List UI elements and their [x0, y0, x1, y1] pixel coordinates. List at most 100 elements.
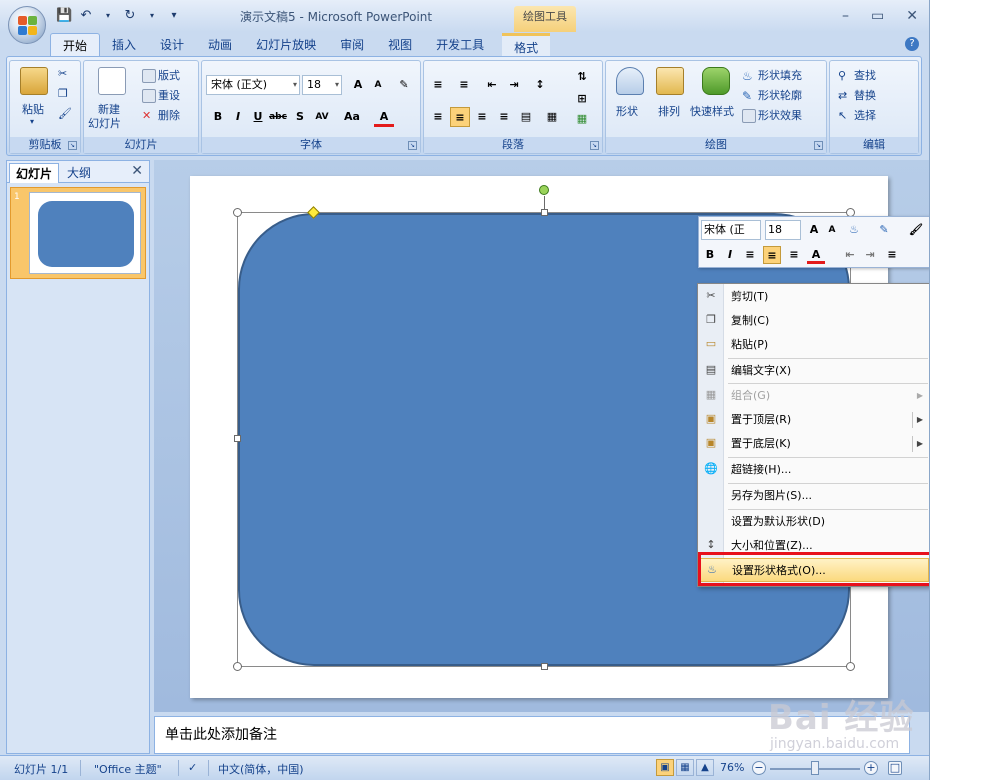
- slide-sorter-icon[interactable]: ▦: [676, 759, 694, 776]
- paste-button[interactable]: 粘贴: [22, 101, 44, 117]
- help-icon[interactable]: ?: [905, 37, 919, 51]
- menu-item-paste[interactable]: ▭ 粘贴(P): [698, 333, 929, 357]
- slide-thumbnail-item[interactable]: 1: [10, 187, 146, 279]
- underline-button[interactable]: U: [248, 107, 268, 127]
- tab-view[interactable]: 视图: [376, 33, 424, 57]
- rotation-handle[interactable]: [539, 185, 549, 195]
- menu-item-set-default-shape[interactable]: 设置为默认形状(D): [698, 510, 929, 534]
- resize-handle-left[interactable]: [234, 435, 241, 442]
- increase-indent-icon[interactable]: ⇥: [504, 75, 524, 95]
- menu-item-edit-text[interactable]: ▤ 编辑文字(X): [698, 359, 929, 383]
- paste-icon[interactable]: [20, 67, 48, 95]
- mini-align-left-icon[interactable]: ≡: [741, 246, 759, 264]
- smartart-icon[interactable]: ▦: [572, 109, 592, 129]
- tab-slides[interactable]: 幻灯片: [9, 163, 60, 183]
- align-text-icon[interactable]: ⊞: [572, 89, 592, 109]
- menu-item-copy[interactable]: ❐ 复制(C): [698, 309, 929, 333]
- menu-item-hyperlink[interactable]: 🌐 超链接(H)...: [698, 458, 929, 482]
- char-spacing-button[interactable]: AV: [312, 107, 332, 127]
- tab-outline[interactable]: 大纲: [61, 163, 97, 183]
- menu-item-send-to-back[interactable]: ▣ 置于底层(K) ▶: [698, 432, 929, 456]
- theme-name[interactable]: "Office 主题": [94, 761, 162, 777]
- zoom-level[interactable]: 76%: [720, 761, 744, 774]
- qat-dropdown-icon[interactable]: ▾: [100, 8, 116, 24]
- paste-dropdown-icon[interactable]: ▾: [30, 117, 34, 126]
- minimize-icon[interactable]: –: [842, 8, 849, 24]
- new-slide-button-2[interactable]: 幻灯片: [88, 115, 121, 131]
- mini-decrease-indent-icon[interactable]: ⇤: [841, 246, 859, 264]
- tab-developer[interactable]: 开发工具: [424, 33, 496, 57]
- new-slide-icon[interactable]: [98, 67, 126, 95]
- clear-format-icon[interactable]: ✎: [394, 75, 414, 95]
- arrange-icon[interactable]: [656, 67, 684, 95]
- normal-view-icon[interactable]: ▣: [656, 759, 674, 776]
- mini-bullets-icon[interactable]: ≡: [883, 246, 901, 264]
- submenu-arrow-icon[interactable]: ▶: [917, 408, 923, 432]
- tab-review[interactable]: 审阅: [328, 33, 376, 57]
- customize-icon[interactable]: ▾: [166, 8, 182, 24]
- resize-handle-bottom-right[interactable]: [846, 662, 855, 671]
- shape-fill-button[interactable]: ♨ 形状填充: [742, 67, 802, 83]
- close-icon[interactable]: ✕: [906, 8, 918, 24]
- mini-grow-font-icon[interactable]: A: [805, 221, 823, 239]
- font-color-button[interactable]: A: [374, 107, 394, 127]
- arrange-button[interactable]: 排列: [658, 103, 680, 119]
- shrink-font-button[interactable]: A: [368, 75, 388, 95]
- font-launcher-icon[interactable]: ↘: [408, 141, 417, 150]
- maximize-icon[interactable]: ▭: [871, 8, 884, 24]
- change-case-button[interactable]: Aa: [342, 107, 362, 127]
- slideshow-view-icon[interactable]: ▲: [696, 759, 714, 776]
- decrease-indent-icon[interactable]: ⇤: [482, 75, 502, 95]
- delete-button[interactable]: ✕ 删除: [142, 107, 180, 123]
- font-size-combo[interactable]: 18 ▾: [302, 75, 342, 95]
- grow-font-button[interactable]: A: [348, 75, 368, 95]
- align-left-icon[interactable]: ≡: [428, 107, 448, 127]
- mini-align-center-icon[interactable]: ≡: [763, 246, 781, 264]
- resize-handle-top[interactable]: [541, 209, 548, 216]
- align-right-icon[interactable]: ≡: [472, 107, 492, 127]
- resize-handle-top-left[interactable]: [233, 208, 242, 217]
- strikethrough-button[interactable]: abc: [268, 107, 288, 127]
- font-name-combo[interactable]: 宋体 (正文) ▾: [206, 75, 300, 95]
- mini-shrink-font-icon[interactable]: A: [823, 221, 841, 239]
- italic-button[interactable]: I: [228, 107, 248, 127]
- tab-home[interactable]: 开始: [50, 33, 101, 57]
- mini-italic-button[interactable]: I: [721, 246, 739, 264]
- mini-font-combo[interactable]: 宋体 (正文): [701, 220, 761, 240]
- language-indicator[interactable]: 中文(简体，中国): [218, 761, 304, 777]
- bold-button[interactable]: B: [208, 107, 228, 127]
- shadow-button[interactable]: S: [290, 107, 310, 127]
- select-button[interactable]: ↖ 选择: [838, 107, 876, 123]
- resize-handle-bottom[interactable]: [541, 663, 548, 670]
- zoom-slider-thumb[interactable]: [811, 761, 819, 775]
- reset-button[interactable]: 重设: [142, 87, 180, 103]
- tab-insert[interactable]: 插入: [100, 33, 148, 57]
- distributed-icon[interactable]: ▤: [516, 107, 536, 127]
- menu-item-cut[interactable]: ✂ 剪切(T): [698, 285, 929, 309]
- shapes-icon[interactable]: [616, 67, 644, 95]
- qat-dropdown-icon[interactable]: ▾: [144, 8, 160, 24]
- undo-icon[interactable]: ↶: [78, 8, 94, 24]
- paragraph-launcher-icon[interactable]: ↘: [590, 141, 599, 150]
- clipboard-launcher-icon[interactable]: ↘: [68, 141, 77, 150]
- mini-fill-icon[interactable]: ♨: [845, 221, 863, 239]
- shape-outline-button[interactable]: ✎ 形状轮廓: [742, 87, 802, 103]
- mini-align-right-icon[interactable]: ≡: [785, 246, 803, 264]
- submenu-arrow-icon[interactable]: ▶: [917, 432, 923, 456]
- zoom-out-icon[interactable]: −: [752, 761, 766, 775]
- resize-handle-bottom-left[interactable]: [233, 662, 242, 671]
- slide-thumbnail[interactable]: [29, 192, 141, 274]
- menu-item-save-as-picture[interactable]: 另存为图片(S)...: [698, 484, 929, 508]
- text-direction-icon[interactable]: ⇅: [572, 67, 592, 87]
- align-center-icon[interactable]: ≡: [450, 107, 470, 127]
- quick-styles-button[interactable]: 快速样式: [690, 103, 734, 119]
- tab-format[interactable]: 格式: [502, 33, 551, 57]
- copy-icon[interactable]: ❐: [58, 87, 68, 100]
- mini-outline-icon[interactable]: ✎: [875, 221, 893, 239]
- layout-button[interactable]: 版式: [142, 67, 180, 83]
- cut-icon[interactable]: ✂: [58, 67, 67, 80]
- bullets-icon[interactable]: ≡: [428, 75, 448, 95]
- mini-format-painter-icon[interactable]: 🖌: [907, 221, 925, 239]
- columns-icon[interactable]: ▦: [542, 107, 562, 127]
- menu-item-bring-to-front[interactable]: ▣ 置于顶层(R) ▶: [698, 408, 929, 432]
